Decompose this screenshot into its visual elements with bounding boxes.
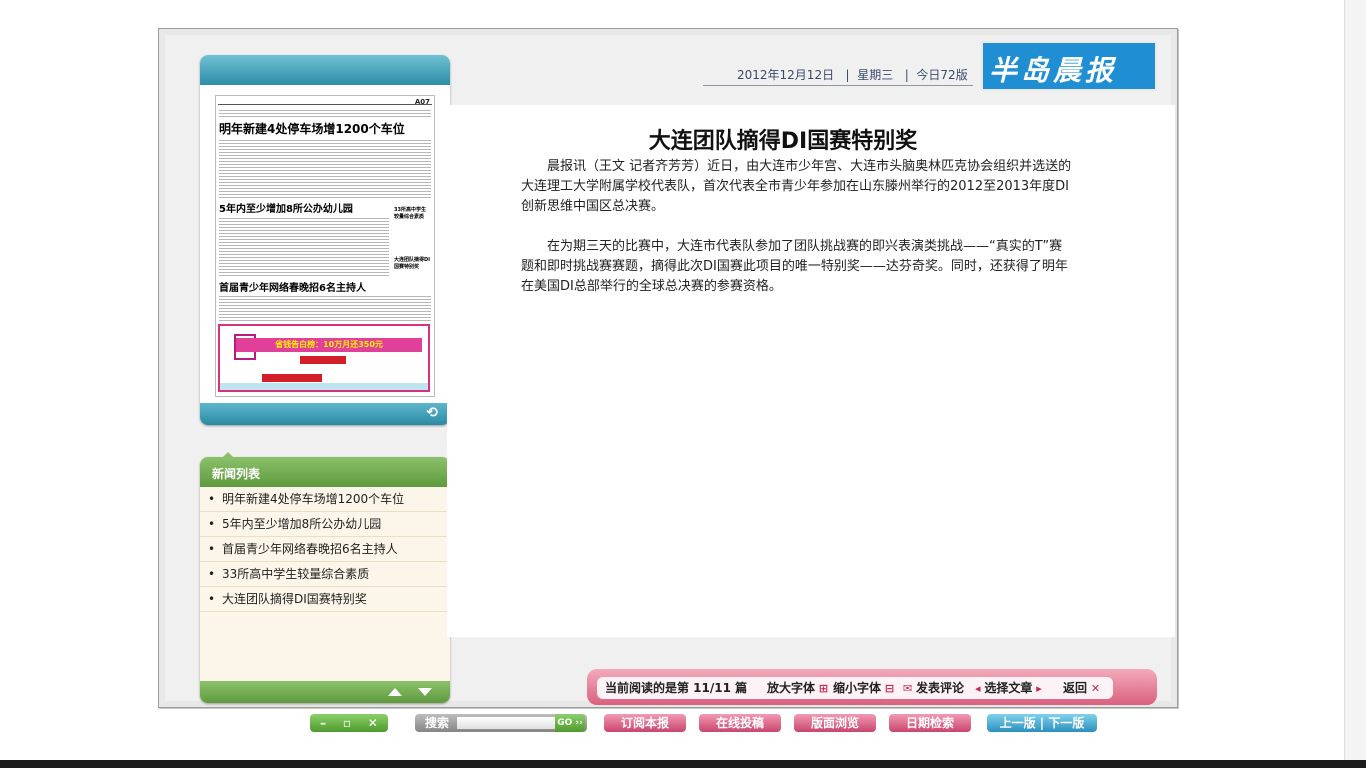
logo-text: 半岛晨报: [989, 54, 1118, 87]
shrink-font-button[interactable]: 缩小字体 ⊟: [833, 677, 894, 700]
scroll-down-icon[interactable]: [418, 688, 432, 696]
news-list-item[interactable]: • 大连团队摘得DI国赛特别奖: [200, 587, 450, 612]
chevron-left-icon: ◂: [975, 682, 985, 695]
article-paragraph: 在为期三天的比赛中，大连市代表队参加了团队挑战赛的即兴表演类挑战——“真实的T”…: [521, 239, 1068, 294]
window-controls: – ▫ ✕: [310, 714, 388, 732]
news-list: • 明年新建4处停车场增1200个车位 • 5年内至少增加8所公办幼儿园 • 首届青少…: [200, 487, 450, 612]
thumb-side-note-1: 33所高中学生较量综合素质: [394, 207, 426, 220]
scroll-up-icon[interactable]: [388, 688, 402, 696]
news-list-panel: 新闻列表 • 明年新建4处停车场增1200个车位 • 5年内至少增加8所公办幼儿园 …: [200, 457, 450, 703]
comment-button[interactable]: ✉ 发表评论: [903, 677, 964, 700]
issue-date: 2012年12月12日: [737, 68, 835, 82]
bullet-icon: •: [208, 517, 216, 531]
chevron-right-icon: ▸: [1032, 682, 1042, 695]
thumb-headline-1: 明年新建4处停车场增1200个车位: [219, 122, 405, 136]
page-thumbnail-card: A07 明年新建4处停车场增1200个车位 5年内至少增加8所公办幼儿园 33所…: [200, 55, 450, 425]
browse-pages-button[interactable]: 版面浏览: [794, 714, 876, 732]
article-paragraph: 晨报讯（王文 记者齐芳芳）近日，由大连市少年宫、大连市头脑奥林匹克协会组织并选送…: [521, 159, 1072, 214]
close-icon: ✕: [1087, 682, 1101, 695]
article-body: 晨报讯（王文 记者齐芳芳）近日，由大连市少年宫、大连市头脑奥林匹克协会组织并选送…: [521, 157, 1073, 317]
separator: |: [897, 68, 913, 82]
thumbnail-footer: ⟲: [200, 403, 450, 425]
next-page-button[interactable]: 下一版: [1048, 716, 1084, 730]
reader-frame: 2012年12月12日 | 星期三 | 今日72版 半岛晨报 A07 明年新建4…: [158, 28, 1178, 708]
date-search-button[interactable]: 日期检索: [889, 714, 971, 732]
back-button[interactable]: 返回 ✕: [1063, 677, 1100, 700]
news-list-item[interactable]: • 33所高中学生较量综合素质: [200, 562, 450, 587]
news-list-item[interactable]: • 明年新建4处停车场增1200个车位: [200, 487, 450, 512]
bullet-icon: •: [208, 567, 216, 581]
status-strip: [0, 760, 1366, 768]
thumb-side-note-2: 大连团队摘得DI国赛特别奖: [394, 257, 431, 270]
search-input[interactable]: [457, 717, 555, 729]
page-count: 今日72版: [916, 68, 968, 82]
mail-icon: ✉: [903, 682, 917, 695]
search-box: 搜索 GO ››: [415, 714, 587, 732]
minus-icon: ⊟: [881, 682, 895, 695]
thumb-advert: 省钱告白榜：10万月还350元: [218, 324, 430, 392]
page-thumbnail[interactable]: A07 明年新建4处停车场增1200个车位 5年内至少增加8所公办幼儿园 33所…: [215, 95, 435, 397]
minimize-button[interactable]: –: [320, 716, 326, 730]
page-nav: 上一版 | 下一版: [987, 714, 1097, 732]
advert-banner: 省钱告白榜：10万月还350元: [236, 338, 422, 352]
news-list-title: 新闻列表: [212, 467, 261, 481]
news-list-item[interactable]: • 5年内至少增加8所公办幼儿园: [200, 512, 450, 537]
select-article-button[interactable]: ◂ 选择文章 ▸: [975, 677, 1042, 700]
date-info: 2012年12月12日 | 星期三 | 今日72版: [737, 66, 968, 83]
news-list-header: 新闻列表: [200, 457, 450, 487]
bullet-icon: •: [208, 492, 216, 506]
prev-page-button[interactable]: 上一版: [1000, 716, 1036, 730]
news-list-item[interactable]: • 首届青少年网络春晚招6名主持人: [200, 537, 450, 562]
page-scrollbar[interactable]: [1344, 0, 1366, 760]
article-toolbar: 当前阅读的是第 11/11 篇 放大字体 ⊞ 缩小字体 ⊟ ✉ 发表评论 ◂ 选…: [587, 669, 1157, 705]
plus-icon: ⊞: [815, 682, 829, 695]
submit-article-button[interactable]: 在线投稿: [699, 714, 781, 732]
reading-position: 当前阅读的是第 11/11 篇: [605, 681, 748, 695]
restore-button[interactable]: ▫: [343, 716, 351, 730]
bullet-icon: •: [208, 592, 216, 606]
news-list-footer: [200, 681, 450, 703]
search-label: 搜索: [425, 716, 450, 730]
newspaper-logo: 半岛晨报: [981, 41, 1157, 91]
article-title: 大连团队摘得DI国赛特别奖: [648, 129, 918, 154]
bullet-icon: •: [208, 542, 216, 556]
reader-inner: 2012年12月12日 | 星期三 | 今日72版 半岛晨报 A07 明年新建4…: [165, 35, 1175, 705]
subscribe-button[interactable]: 订阅本报: [604, 714, 686, 732]
close-button[interactable]: ✕: [368, 716, 378, 730]
refresh-icon[interactable]: ⟲: [426, 405, 438, 421]
page-code: A07: [414, 98, 430, 106]
thumbnail-header: [200, 55, 450, 85]
separator: |: [1039, 716, 1045, 730]
issue-weekday: 星期三: [857, 68, 894, 82]
thumb-headline-3: 首届青少年网络春晚招6名主持人: [219, 283, 366, 294]
thumb-headline-2: 5年内至少增加8所公办幼儿园: [219, 204, 353, 215]
article-area: 大连团队摘得DI国赛特别奖 晨报讯（王文 记者齐芳芳）近日，由大连市少年宫、大连…: [447, 105, 1175, 637]
separator: |: [837, 68, 854, 82]
search-go-button[interactable]: GO ››: [555, 714, 585, 732]
enlarge-font-button[interactable]: 放大字体 ⊞: [767, 677, 828, 700]
